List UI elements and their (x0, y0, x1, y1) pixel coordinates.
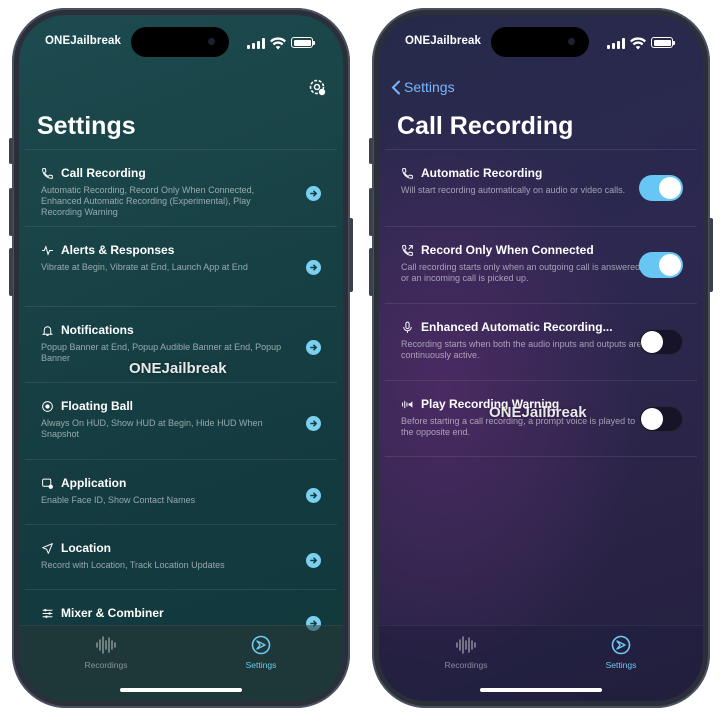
item-description: Record with Location, Track Location Upd… (41, 560, 225, 570)
item-label: Floating Ball (61, 399, 133, 413)
option-automatic-recording: Automatic Recording Will start recording… (385, 149, 697, 226)
screen: ONEJailbreak Settings Call Recording Aut… (19, 15, 343, 701)
item-description: Automatic Recording, Record Only When Co… (41, 185, 255, 217)
waveform-icon (96, 636, 116, 654)
waveform-icon (456, 636, 476, 654)
list-item-call-recording[interactable]: Call Recording Automatic Recording, Reco… (25, 149, 337, 226)
item-label: Alerts & Responses (61, 243, 175, 257)
carrier-label: ONEJailbreak (45, 35, 121, 47)
phone-call-recording: ONEJailbreak Settings Call Recording Aut… (369, 8, 713, 708)
list-item-location[interactable]: Location Record with Location, Track Loc… (25, 524, 337, 589)
back-label: Settings (404, 79, 455, 95)
settings-gear-icon (251, 635, 271, 655)
phone-settings: ONEJailbreak Settings Call Recording Aut… (9, 8, 353, 708)
wifi-icon (630, 37, 646, 50)
arrow-right-icon[interactable] (306, 340, 321, 355)
waveform-speaker-icon (402, 400, 413, 408)
settings-list: Call Recording Automatic Recording, Reco… (25, 149, 337, 631)
toggle-record-only-when-connected[interactable] (639, 252, 683, 278)
wifi-icon (270, 37, 286, 50)
action-button (9, 138, 13, 164)
option-description: Will start recording automatically on au… (401, 185, 626, 195)
tab-settings[interactable]: Settings (576, 634, 666, 670)
tab-settings[interactable]: Settings (216, 634, 306, 670)
back-button[interactable]: Settings (391, 79, 455, 95)
item-label: Mixer & Combiner (61, 606, 164, 620)
arrow-right-icon[interactable] (306, 260, 321, 275)
phone-icon (402, 167, 413, 179)
home-indicator[interactable] (120, 688, 242, 692)
toggle-play-recording-warning[interactable] (639, 406, 683, 432)
item-description: Always On HUD, Show HUD at Begin, Hide H… (41, 418, 263, 439)
carrier-label: ONEJailbreak (405, 35, 481, 47)
list-item-floating-ball[interactable]: Floating Ball Always On HUD, Show HUD at… (25, 382, 337, 459)
page-title: Call Recording (397, 112, 574, 140)
tab-recordings[interactable]: Recordings (421, 634, 511, 670)
tab-label: Settings (245, 660, 277, 670)
option-label: Enhanced Automatic Recording... (421, 320, 613, 334)
signal-icon (247, 38, 265, 49)
watermark: ONEJailbreak (489, 404, 587, 421)
waveform-alert-icon (42, 244, 53, 256)
arrow-right-icon[interactable] (306, 186, 321, 201)
item-label: Application (61, 476, 127, 490)
option-enhanced-automatic-recording: Enhanced Automatic Recording... Recordin… (385, 303, 697, 380)
page-title: Settings (37, 112, 136, 140)
chevron-left-icon (391, 80, 400, 94)
status-bar: ONEJailbreak (19, 33, 343, 53)
signal-icon (607, 38, 625, 49)
item-label: Location (61, 541, 111, 555)
mic-icon (403, 321, 412, 333)
item-description: Vibrate at Begin, Vibrate at End, Launch… (41, 262, 248, 272)
settings-gear-icon[interactable] (307, 77, 327, 97)
volume-down-button (9, 248, 13, 296)
arrow-right-icon[interactable] (306, 488, 321, 503)
option-description: Recording starts when both the audio inp… (401, 339, 642, 360)
volume-down-button (369, 248, 373, 296)
status-bar: ONEJailbreak (379, 33, 703, 53)
item-description: Enable Face ID, Show Contact Names (41, 495, 196, 505)
side-button (349, 218, 353, 292)
item-label: Notifications (61, 323, 134, 337)
list-item-alerts-responses[interactable]: Alerts & Responses Vibrate at Begin, Vib… (25, 226, 337, 306)
phone-icon (42, 167, 53, 179)
option-label: Automatic Recording (421, 166, 543, 180)
volume-up-button (9, 188, 13, 236)
arrow-right-icon[interactable] (306, 553, 321, 568)
location-arrow-icon (42, 542, 53, 554)
battery-icon (651, 37, 675, 48)
item-label: Call Recording (61, 166, 146, 180)
list-item-mixer-combiner[interactable]: Mixer & Combiner (25, 589, 337, 631)
action-button (369, 138, 373, 164)
bell-icon (41, 325, 54, 336)
tab-bar: Recordings Settings (19, 625, 343, 701)
volume-up-button (369, 188, 373, 236)
arrow-right-icon[interactable] (306, 416, 321, 431)
list-item-application[interactable]: Application Enable Face ID, Show Contact… (25, 459, 337, 524)
tab-bar: Recordings Settings (379, 625, 703, 701)
toggle-automatic-recording[interactable] (639, 175, 683, 201)
tab-label: Recordings (444, 660, 488, 670)
option-record-only-when-connected: Record Only When Connected Call recordin… (385, 226, 697, 303)
phone-connected-icon (402, 244, 413, 256)
screen: ONEJailbreak Settings Call Recording Aut… (379, 15, 703, 701)
toggle-enhanced-automatic-recording[interactable] (639, 329, 683, 355)
tab-recordings[interactable]: Recordings (61, 634, 151, 670)
sliders-icon (42, 608, 53, 618)
record-circle-icon (42, 400, 53, 412)
battery-icon (291, 37, 315, 48)
watermark: ONEJailbreak (129, 360, 227, 377)
settings-gear-icon (611, 635, 631, 655)
tab-label: Settings (605, 660, 637, 670)
tab-label: Recordings (84, 660, 128, 670)
option-description: Call recording starts only when an outgo… (401, 262, 641, 283)
app-settings-icon (42, 478, 53, 489)
home-indicator[interactable] (480, 688, 602, 692)
option-label: Record Only When Connected (421, 243, 594, 257)
side-button (709, 218, 713, 292)
